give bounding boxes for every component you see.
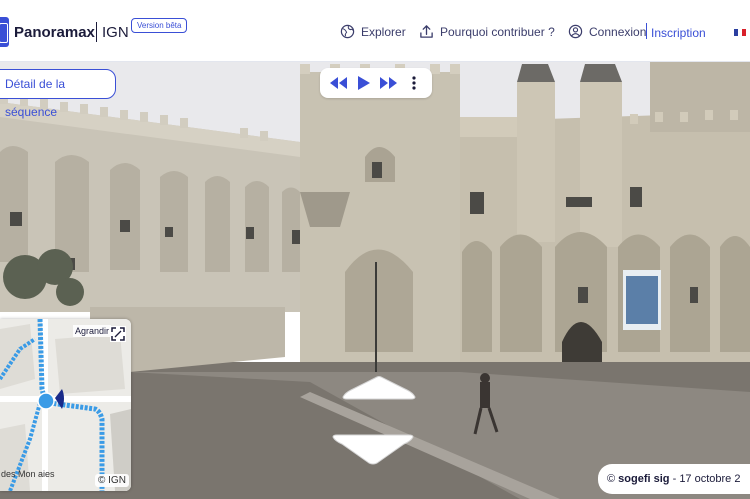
rewind-button[interactable] bbox=[327, 71, 351, 95]
beta-badge: Version bêta bbox=[131, 18, 188, 33]
brand-partner: IGN bbox=[102, 24, 129, 41]
nav-explore-link[interactable]: Explorer bbox=[340, 24, 406, 39]
sequence-detail-button[interactable]: Détail de la séquence bbox=[0, 69, 116, 119]
sequence-player bbox=[320, 68, 432, 98]
nav-explore-label: Explorer bbox=[361, 24, 406, 39]
play-icon bbox=[357, 76, 370, 90]
nav-contribute-label: Pourquoi contribuer ? bbox=[440, 24, 555, 39]
brand-divider bbox=[96, 22, 97, 42]
app-header: Panoramax IGN Version bêta Explorer Pour… bbox=[0, 0, 750, 62]
arrow-forward-icon[interactable] bbox=[341, 375, 417, 401]
copyright-icon: © bbox=[607, 473, 616, 485]
credit-author[interactable]: sogefi sig bbox=[618, 473, 669, 485]
play-button[interactable] bbox=[352, 71, 376, 95]
panorama-viewer[interactable]: Détail de la séquence Agrandir des Mon a… bbox=[0, 62, 750, 499]
nav-login-label: Connexion bbox=[589, 24, 647, 39]
upload-icon bbox=[420, 25, 433, 38]
minimap-attribution: © IGN bbox=[95, 474, 129, 487]
globe-icon bbox=[340, 24, 355, 39]
fast-forward-icon bbox=[380, 77, 397, 89]
fast-forward-button[interactable] bbox=[377, 71, 401, 95]
picture-credit[interactable]: © sogefi sig - 17 octobre 2 bbox=[598, 464, 750, 494]
minimap-canvas[interactable] bbox=[0, 319, 131, 491]
nav-contribute-link[interactable]: Pourquoi contribuer ? bbox=[419, 24, 555, 39]
more-options-button[interactable] bbox=[402, 71, 426, 95]
brand-name[interactable]: Panoramax bbox=[14, 24, 95, 41]
fr-flag-icon[interactable] bbox=[734, 29, 746, 36]
minimap-street-label: des Mon aies bbox=[1, 469, 55, 479]
credit-date: 17 octobre 2 bbox=[679, 473, 741, 485]
arrow-backward-icon[interactable] bbox=[331, 434, 415, 466]
nav-divider bbox=[646, 23, 647, 39]
panoramax-logo-icon[interactable] bbox=[0, 17, 9, 47]
nav-login-link[interactable]: Connexion bbox=[568, 24, 646, 39]
user-circle-icon bbox=[568, 24, 583, 39]
more-vertical-icon bbox=[411, 76, 416, 90]
expand-icon[interactable] bbox=[110, 326, 126, 342]
nav-signup-link[interactable]: Inscription bbox=[651, 26, 706, 40]
minimap-expand-link[interactable]: Agrandir bbox=[73, 325, 112, 337]
minimap[interactable] bbox=[0, 319, 131, 491]
rewind-icon bbox=[330, 77, 347, 89]
